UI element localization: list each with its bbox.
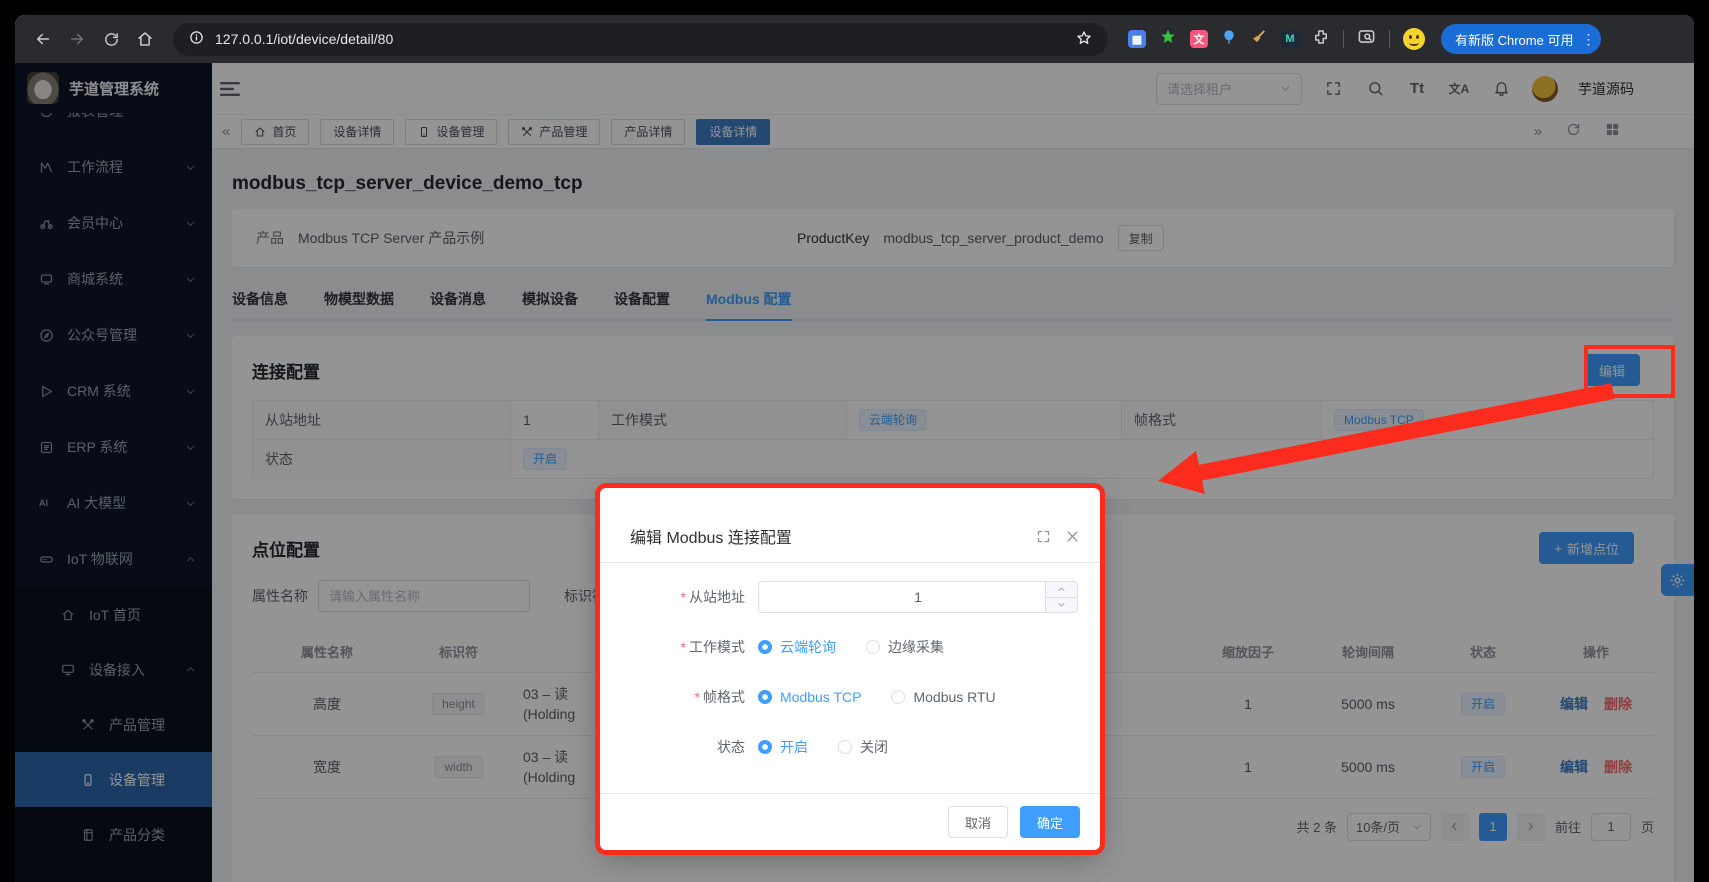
forward-icon[interactable] (63, 25, 91, 53)
site-info-icon[interactable] (189, 30, 204, 48)
dialog-fullscreen-icon[interactable] (1036, 529, 1051, 544)
required-asterisk: * (681, 639, 686, 655)
edit-modbus-dialog: 编辑 Modbus 连接配置 *从站地址 1 *工作模式 (600, 488, 1100, 850)
tab-search-icon[interactable] (1357, 27, 1376, 51)
number-stepper[interactable] (1045, 582, 1077, 612)
dialog-header: 编辑 Modbus 连接配置 (600, 488, 1100, 563)
browser-window: 127.0.0.1/iot/device/detail/80 ▦ 文 M 有新版… (15, 15, 1694, 882)
confirm-button[interactable]: 确定 (1020, 806, 1080, 838)
extension-broom-icon[interactable] (1250, 28, 1268, 51)
address-bar[interactable]: 127.0.0.1/iot/device/detail/80 (173, 23, 1108, 56)
browser-chrome: 127.0.0.1/iot/device/detail/80 ▦ 文 M 有新版… (15, 15, 1694, 63)
radio-icon (758, 690, 772, 704)
radio-icon (838, 740, 852, 754)
chrome-update-button[interactable]: 有新版 Chrome 可用 ⋮ (1441, 24, 1601, 54)
url-text: 127.0.0.1/iot/device/detail/80 (215, 31, 393, 47)
extension-m-icon[interactable]: M (1281, 30, 1299, 48)
slave-address-value: 1 (914, 589, 922, 605)
radio-edge-collect[interactable]: 边缘采集 (866, 637, 944, 657)
extensions-puzzle-icon[interactable] (1312, 28, 1330, 51)
dialog-body: *从站地址 1 *工作模式 云端轮询 边缘采集 (600, 563, 1100, 763)
required-asterisk: * (695, 689, 700, 705)
work-mode-form-label: *工作模式 (600, 637, 745, 657)
radio-modbus-rtu[interactable]: Modbus RTU (891, 689, 995, 705)
profile-avatar-icon[interactable] (1403, 28, 1425, 50)
home-icon[interactable] (131, 25, 159, 53)
extension-balloon-icon[interactable] (1221, 28, 1237, 51)
dialog-title: 编辑 Modbus 连接配置 (630, 524, 1022, 548)
slave-address-form-label: *从站地址 (600, 587, 745, 607)
stepper-up-icon[interactable] (1046, 582, 1077, 598)
radio-status-off[interactable]: 关闭 (838, 737, 888, 757)
required-asterisk: * (681, 589, 686, 605)
status-form-label: 状态 (600, 737, 745, 757)
dialog-close-icon[interactable] (1065, 529, 1080, 544)
radio-icon (758, 640, 772, 654)
back-icon[interactable] (29, 25, 57, 53)
stepper-down-icon[interactable] (1046, 598, 1077, 613)
cancel-button[interactable]: 取消 (948, 806, 1008, 838)
dialog-footer: 取消 确定 (600, 793, 1100, 850)
radio-cloud-polling[interactable]: 云端轮询 (758, 637, 836, 657)
radio-status-on[interactable]: 开启 (758, 737, 808, 757)
radio-modbus-tcp[interactable]: Modbus TCP (758, 689, 861, 705)
chrome-menu-icon[interactable]: ⋮ (1581, 31, 1595, 48)
extension-tiles-icon[interactable]: ▦ (1128, 30, 1146, 48)
annotation-highlight-edit-button (1584, 345, 1675, 398)
extension-translate-icon[interactable]: 文 (1190, 30, 1208, 48)
radio-icon (758, 740, 772, 754)
bookmark-star-icon[interactable] (1076, 30, 1092, 49)
extension-icons: ▦ 文 M (1128, 27, 1425, 51)
reload-icon[interactable] (97, 25, 125, 53)
slave-address-input[interactable]: 1 (758, 581, 1078, 613)
radio-icon (891, 690, 905, 704)
extension-star-icon[interactable] (1159, 28, 1177, 51)
chrome-update-label: 有新版 Chrome 可用 (1455, 30, 1573, 49)
radio-icon (866, 640, 880, 654)
frame-format-form-label: *帧格式 (600, 687, 745, 707)
